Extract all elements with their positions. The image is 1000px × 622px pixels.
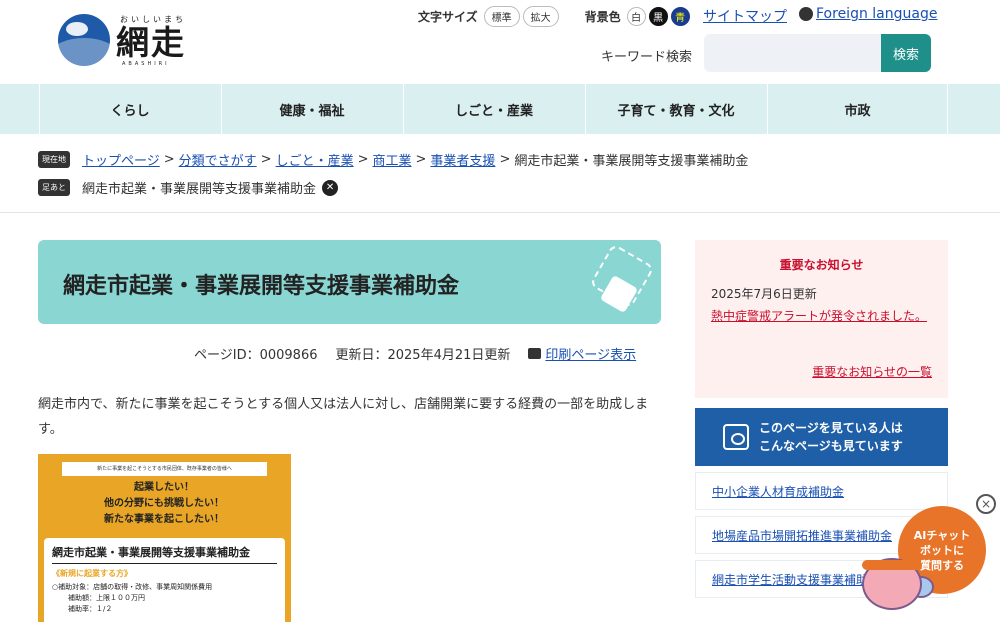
search-label: キーワード検索 [601, 50, 693, 65]
globe-icon [799, 7, 813, 21]
nav-item-health[interactable]: 健康・福祉 [221, 84, 402, 134]
related-link[interactable]: 中小企業人材育成補助金 [712, 483, 844, 500]
footprint: 足あと 網走市起業・事業展開等支援事業補助金 ✕ [38, 178, 339, 197]
search-button[interactable]: 検索 [881, 34, 931, 72]
print-link[interactable]: 印刷ページ表示 [545, 344, 636, 363]
bg-black-button[interactable]: 黒 [648, 7, 668, 26]
related-link[interactable]: 網走市学生活動支援事業補助金 [712, 571, 880, 588]
breadcrumb-link[interactable]: しごと・産業 [276, 150, 354, 169]
eye-document-icon [723, 424, 749, 450]
breadcrumb-link[interactable]: 分類でさがす [179, 150, 257, 169]
breadcrumb-link[interactable]: 事業者支援 [430, 150, 495, 169]
nav-item-city[interactable]: 市政 [767, 84, 948, 134]
breadcrumb-link[interactable]: トップページ [82, 150, 160, 169]
mascot-icon[interactable] [856, 548, 936, 618]
notice-title: 重要なお知らせ [779, 258, 864, 272]
related-link[interactable]: 地場産品市場開拓推進事業補助金 [712, 527, 892, 544]
chat-close-button[interactable]: × [976, 494, 996, 514]
notice-link[interactable]: 熱中症警戒アラートが発令されました。 [711, 309, 927, 323]
font-size-label: 文字サイズ [418, 10, 478, 24]
close-icon[interactable]: ✕ [322, 179, 339, 196]
related-item: 中小企業人材育成補助金 [695, 472, 948, 510]
notice-all-link[interactable]: 重要なお知らせの一覧 [812, 363, 932, 380]
global-nav: くらし 健康・福祉 しごと・産業 子育て・教育・文化 市政 [0, 84, 1000, 134]
font-size-large-button[interactable]: 拡大 [522, 6, 559, 27]
divider [0, 212, 1000, 213]
printer-icon [528, 348, 542, 359]
footprint-item[interactable]: 網走市起業・事業展開等支援事業補助金 [82, 178, 316, 197]
flyer-card: 網走市起業・事業展開等支援事業補助金 《新規に起業する方》 ○補助対象：店舗の取… [44, 538, 285, 622]
font-size-standard-button[interactable]: 標準 [483, 6, 520, 27]
page-title-box: 網走市起業・事業展開等支援事業補助金 [38, 240, 661, 324]
important-notice: 重要なお知らせ 2025年7月6日更新 熱中症警戒アラートが発令されました。 重… [695, 240, 948, 398]
logo-wave-icon [58, 14, 110, 66]
foreign-language-link[interactable]: Foreign language [799, 6, 937, 22]
bg-color-label: 背景色 [584, 10, 621, 24]
search-input[interactable] [704, 34, 882, 72]
flyer-top-text: 新たに事業を起こそうとする市民団体、既存事業者の皆様へ [62, 462, 267, 476]
lead-text: 網走市内で、新たに事業を起こそうとする個人又は法人に対し、店舗開業に要する経費の… [38, 397, 649, 437]
page-meta: ページID：0009866 更新日：2025年4月21日更新 印刷ページ表示 [194, 344, 636, 363]
flyer-image[interactable]: 新たに事業を起こそうとする市民団体、既存事業者の皆様へ 起業したい！ 他の分野に… [38, 454, 291, 622]
page-title: 網走市起業・事業展開等支援事業補助金 [63, 274, 460, 299]
related-heading: このページを見ている人は こんなページも見ています [695, 408, 948, 466]
flyer-bubble: 起業したい！ 他の分野にも挑戦したい！ 新たな事業を起こしたい！ [104, 482, 224, 525]
flyer-card-title: 網走市起業・事業展開等支援事業補助金 [52, 544, 277, 564]
sitemap-link[interactable]: サイトマップ [703, 6, 787, 26]
nav-item-work[interactable]: しごと・産業 [403, 84, 584, 134]
footprint-tag: 足あと [38, 179, 70, 196]
bg-white-button[interactable]: 白 [626, 7, 646, 26]
breadcrumb: 現在地 トップページ > 分類でさがす > しごと・産業 > 商工業 > 事業者支援 > … [38, 150, 748, 169]
accessibility-tools: 文字サイズ 標準 拡大 背景色 白 黒 青 [418, 6, 693, 27]
nav-item-kurashi[interactable]: くらし [39, 84, 220, 134]
site-logo[interactable]: おいしいまち 網走 ABASHIRI [58, 12, 198, 68]
breadcrumb-tag: 現在地 [38, 151, 70, 168]
logo-text: 網走 [116, 22, 186, 62]
breadcrumb-link[interactable]: 商工業 [373, 150, 412, 169]
foreign-language-label: Foreign language [816, 6, 938, 22]
flyer-card-sub: 《新規に起業する方》 [52, 569, 132, 578]
page-id: ページID：0009866 [194, 348, 318, 363]
site-header: おいしいまち 網走 ABASHIRI 文字サイズ 標準 拡大 背景色 白 黒 青… [0, 0, 1000, 84]
updated-date: 更新日：2025年4月21日更新 [335, 348, 511, 363]
notice-date: 2025年7月6日更新 [711, 287, 817, 301]
breadcrumb-current: 網走市起業・事業展開等支援事業補助金 [514, 154, 749, 169]
bg-blue-button[interactable]: 青 [670, 7, 690, 26]
nav-item-education[interactable]: 子育て・教育・文化 [585, 84, 766, 134]
